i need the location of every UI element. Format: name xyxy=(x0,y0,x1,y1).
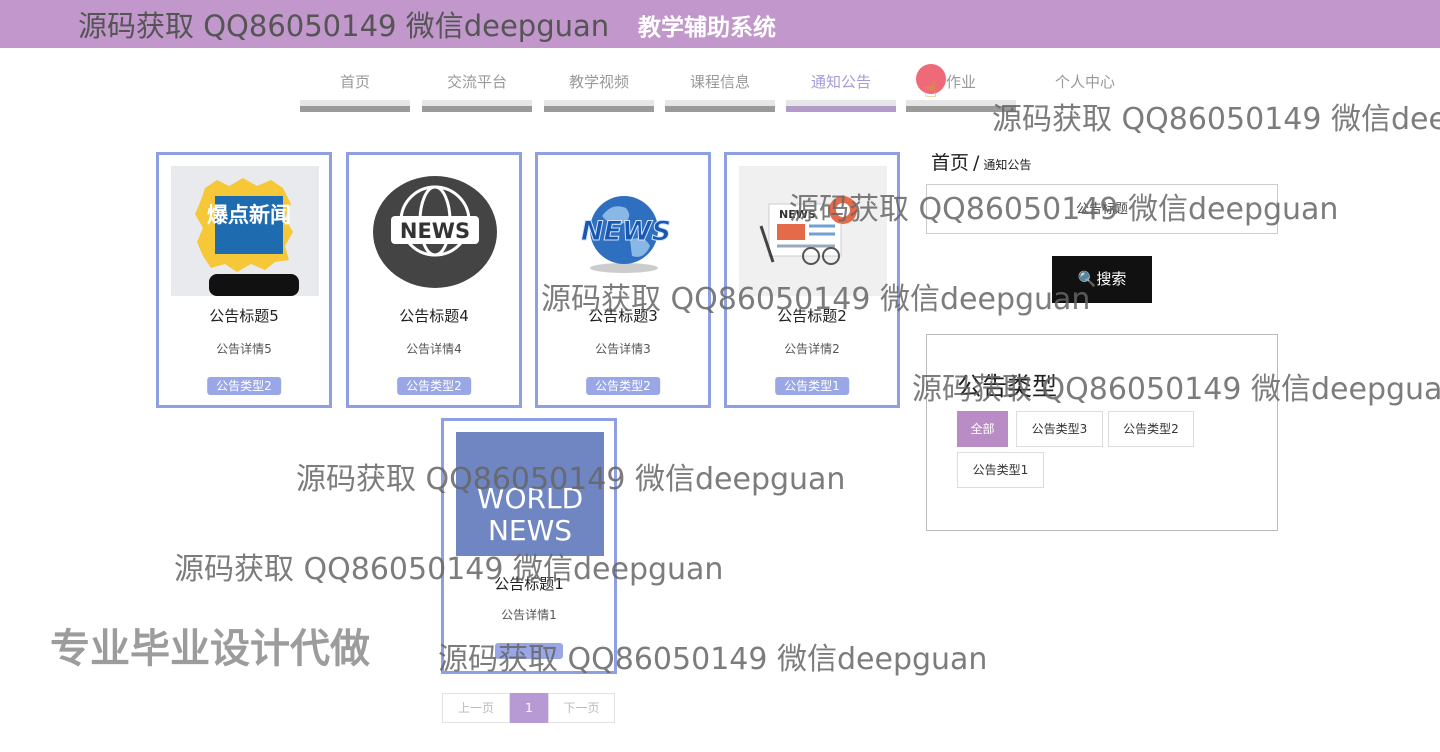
type-option-2[interactable]: 公告类型2 xyxy=(1108,411,1194,447)
watermark-text: 源码获取 QQ86050149 微信deepguan xyxy=(78,9,610,43)
search-button-label: 搜索 xyxy=(1096,271,1127,288)
breadcrumb: 首页 / 通知公告 xyxy=(931,148,1031,175)
watermark-text: 源码获取 QQ86050149 微信deepguan xyxy=(296,462,846,497)
nav-label: 交流平台 xyxy=(446,73,507,91)
nav-item-videos[interactable]: 教学视频 xyxy=(544,60,654,112)
image-text: NEWS xyxy=(400,219,470,243)
card-title: 公告标题4 xyxy=(399,307,469,325)
nav-label: 个人中心 xyxy=(1054,73,1115,91)
nav-underline xyxy=(665,100,775,112)
notice-card[interactable]: NEWS 公告标题4 公告详情4 公告类型2 xyxy=(346,152,522,408)
slogan-watermark: 专业毕业设计代做 xyxy=(50,626,370,672)
type-option-1[interactable]: 公告类型1 xyxy=(957,452,1044,488)
nav-underline xyxy=(786,100,896,112)
news-globe-icon: NEWS xyxy=(361,166,509,296)
type-option-all[interactable]: 全部 xyxy=(957,411,1008,447)
next-page-button[interactable]: 下一页 xyxy=(548,693,615,723)
type-option-3[interactable]: 公告类型3 xyxy=(1016,411,1103,447)
nav-underline xyxy=(544,100,654,112)
system-title: 教学辅助系统 xyxy=(638,15,776,41)
card-detail: 公告详情4 xyxy=(406,342,462,356)
nav-label: 通知公告 xyxy=(810,73,871,91)
watermark-text: 源码获取 QQ86050149 微信deepguan xyxy=(438,642,988,677)
card-detail: 公告详情5 xyxy=(216,342,272,356)
card-detail: 公告详情2 xyxy=(784,342,840,356)
nav-underline xyxy=(422,100,532,112)
explosive-news-icon: 爆点新闻 xyxy=(171,166,319,296)
watermark-text: 源码获取 QQ86050149 微信deepguan xyxy=(789,192,1339,227)
card-detail: 公告详情1 xyxy=(501,608,557,622)
nav-label: 课程信息 xyxy=(689,73,750,91)
card-type-badge: 公告类型2 xyxy=(397,377,471,395)
watermark-text: 源码获取 QQ86050149 微信deepguan xyxy=(912,372,1440,407)
image-text: NEWS xyxy=(581,216,671,247)
nav-label: 首页 xyxy=(339,73,370,91)
breadcrumb-separator: / xyxy=(973,152,980,174)
watermark-text: 源码获取 QQ86050149 微信deepguan xyxy=(992,102,1440,137)
card-detail: 公告详情3 xyxy=(595,342,651,356)
card-title: 公告标题5 xyxy=(209,307,279,325)
hand-cursor-icon: ☝ xyxy=(924,78,938,103)
watermark-text: 源码获取 QQ86050149 微信deepguan xyxy=(174,552,724,587)
card-type-badge: 公告类型2 xyxy=(207,377,281,395)
nav-underline xyxy=(300,100,410,112)
nav-item-notices[interactable]: 通知公告 xyxy=(786,60,896,112)
breadcrumb-home[interactable]: 首页 xyxy=(931,152,969,174)
nav-item-forum[interactable]: 交流平台 xyxy=(422,60,532,112)
image-text-line2: NEWS xyxy=(488,514,572,547)
page: 源码获取 QQ86050149 微信deepguan 教学辅助系统 首页 交流平… xyxy=(0,0,1440,752)
page-1-button[interactable]: 1 xyxy=(510,693,548,723)
card-type-badge: 公告类型1 xyxy=(775,377,849,395)
breadcrumb-current: 通知公告 xyxy=(983,158,1032,172)
watermark-text: 源码获取 QQ86050149 微信deepguan xyxy=(541,282,1091,317)
prev-page-button[interactable]: 上一页 xyxy=(442,693,510,723)
nav-item-home[interactable]: 首页 xyxy=(300,60,410,112)
image-text: 爆点新闻 xyxy=(207,203,291,227)
nav-label: 教学视频 xyxy=(568,73,629,91)
nav-item-courses[interactable]: 课程信息 xyxy=(665,60,775,112)
top-bar: 源码获取 QQ86050149 微信deepguan 教学辅助系统 xyxy=(0,0,1440,48)
notice-card[interactable]: 爆点新闻 公告标题5 公告详情5 公告类型2 xyxy=(156,152,332,408)
card-type-badge: 公告类型2 xyxy=(586,377,660,395)
